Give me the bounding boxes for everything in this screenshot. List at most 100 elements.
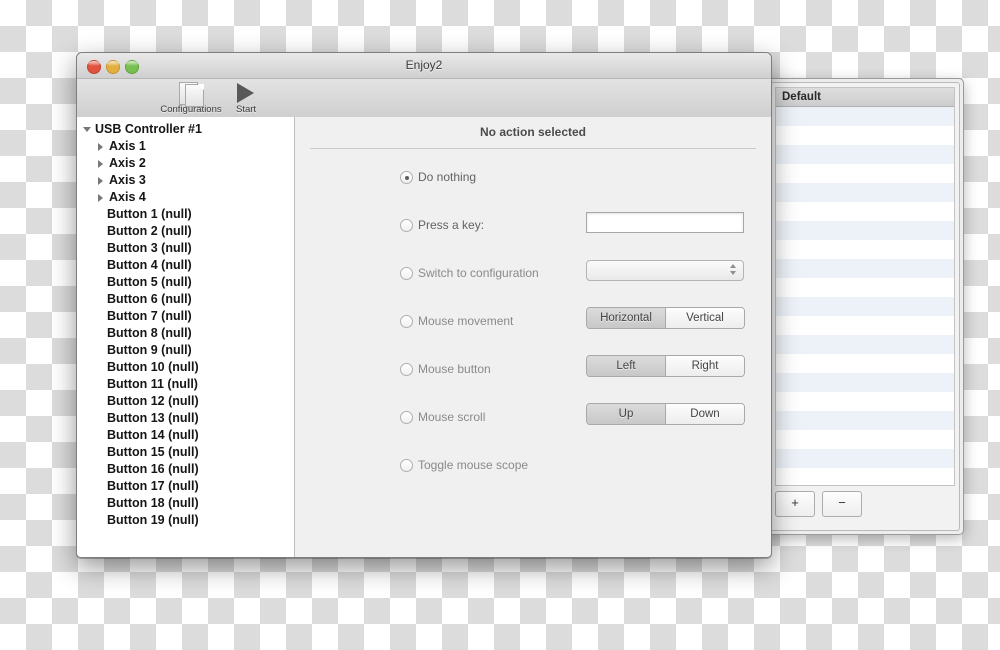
option-row-press-a-key[interactable]: Press a key: xyxy=(295,212,771,239)
table-row[interactable] xyxy=(776,240,954,259)
tree-item-button[interactable]: Button 11 (null) xyxy=(77,376,294,393)
tree-item-button[interactable]: Button 1 (null) xyxy=(77,206,294,223)
table-row[interactable] xyxy=(776,316,954,335)
configuration-popup-button[interactable] xyxy=(586,260,744,281)
table-row[interactable] xyxy=(776,373,954,392)
segmented-mouse-movement[interactable]: Horizontal Vertical xyxy=(586,307,745,329)
zoom-button[interactable] xyxy=(125,60,139,74)
tree-item-button[interactable]: Button 15 (null) xyxy=(77,444,294,461)
tree-item-axis[interactable]: Axis 4 xyxy=(77,189,294,206)
tree-item-button[interactable]: Button 10 (null) xyxy=(77,359,294,376)
tree-item-button-label: Button 8 (null) xyxy=(107,326,192,340)
label-toggle-mouse-scope: Toggle mouse scope xyxy=(418,458,529,472)
tree-item-button[interactable]: Button 5 (null) xyxy=(77,274,294,291)
radio-press-a-key[interactable] xyxy=(400,219,413,232)
tree-item-button[interactable]: Button 13 (null) xyxy=(77,410,294,427)
tree-item-button[interactable]: Button 14 (null) xyxy=(77,427,294,444)
tree-item-button[interactable]: Button 3 (null) xyxy=(77,240,294,257)
disclosure-triangle-right-icon[interactable] xyxy=(98,177,103,185)
play-icon xyxy=(229,81,263,105)
option-row-mouse-scroll[interactable]: Mouse scroll Up Down xyxy=(295,403,771,431)
tree-item-button[interactable]: Button 7 (null) xyxy=(77,308,294,325)
segmented-mouse-button[interactable]: Left Right xyxy=(586,355,745,377)
option-row-do-nothing[interactable]: Do nothing xyxy=(295,167,771,191)
tree-item-button[interactable]: Button 19 (null) xyxy=(77,512,294,529)
disclosure-triangle-right-icon[interactable] xyxy=(98,160,103,168)
close-button[interactable] xyxy=(87,60,101,74)
radio-do-nothing[interactable] xyxy=(400,171,413,184)
configurations-column-header[interactable]: Default xyxy=(776,88,954,107)
tree-item-axis[interactable]: Axis 2 xyxy=(77,155,294,172)
add-configuration-button[interactable]: + xyxy=(775,491,815,517)
tree-item-root[interactable]: USB Controller #1 xyxy=(77,121,294,138)
tree-item-button[interactable]: Button 12 (null) xyxy=(77,393,294,410)
table-row[interactable] xyxy=(776,411,954,430)
table-row[interactable] xyxy=(776,183,954,202)
disclosure-triangle-down-icon[interactable] xyxy=(83,127,91,132)
table-row[interactable] xyxy=(776,430,954,449)
label-press-a-key: Press a key: xyxy=(418,218,485,232)
minimize-button[interactable] xyxy=(106,60,120,74)
tree-item-axis[interactable]: Axis 3 xyxy=(77,172,294,189)
label-mouse-scroll: Mouse scroll xyxy=(418,410,486,424)
segmented-mouse-scroll[interactable]: Up Down xyxy=(586,403,745,425)
tree-item-button-label: Button 17 (null) xyxy=(107,479,199,493)
tree-item-button[interactable]: Button 16 (null) xyxy=(77,461,294,478)
table-row[interactable] xyxy=(776,259,954,278)
radio-switch-configuration[interactable] xyxy=(400,267,413,280)
configurations-window[interactable]: Default + − xyxy=(766,78,964,535)
segment-horizontal[interactable]: Horizontal xyxy=(587,308,665,328)
tree-item-button-label: Button 5 (null) xyxy=(107,275,192,289)
option-row-toggle-mouse-scope[interactable]: Toggle mouse scope xyxy=(295,455,771,479)
table-row[interactable] xyxy=(776,145,954,164)
option-row-mouse-button[interactable]: Mouse button Left Right xyxy=(295,355,771,383)
tree-item-button-label: Button 6 (null) xyxy=(107,292,192,306)
segment-vertical[interactable]: Vertical xyxy=(665,308,744,328)
tree-item-button-label: Button 15 (null) xyxy=(107,445,199,459)
remove-configuration-button[interactable]: − xyxy=(822,491,862,517)
table-row[interactable] xyxy=(776,449,954,468)
stepper-arrows-icon[interactable] xyxy=(730,264,736,275)
tree-item-button[interactable]: Button 2 (null) xyxy=(77,223,294,240)
device-tree-sidebar[interactable]: USB Controller #1 Axis 1 Axis 2 Axis 3 Axis… xyxy=(77,117,295,557)
table-row[interactable] xyxy=(776,221,954,240)
tree-item-button[interactable]: Button 9 (null) xyxy=(77,342,294,359)
tree-item-button[interactable]: Button 18 (null) xyxy=(77,495,294,512)
tree-item-button[interactable]: Button 8 (null) xyxy=(77,325,294,342)
option-row-switch-configuration[interactable]: Switch to configuration xyxy=(295,260,771,287)
toolbar-item-configurations[interactable]: Configurations xyxy=(155,81,227,115)
radio-mouse-movement[interactable] xyxy=(400,315,413,328)
configurations-table[interactable]: Default xyxy=(775,87,955,486)
disclosure-triangle-right-icon[interactable] xyxy=(98,143,103,151)
table-row[interactable] xyxy=(776,392,954,411)
table-row[interactable] xyxy=(776,107,954,126)
key-input[interactable] xyxy=(586,212,744,233)
split-view: USB Controller #1 Axis 1 Axis 2 Axis 3 Axis… xyxy=(77,117,771,557)
tree-item-button[interactable]: Button 6 (null) xyxy=(77,291,294,308)
segment-left[interactable]: Left xyxy=(587,356,665,376)
table-row[interactable] xyxy=(776,202,954,221)
table-row[interactable] xyxy=(776,126,954,145)
radio-mouse-button[interactable] xyxy=(400,363,413,376)
segment-up[interactable]: Up xyxy=(587,404,665,424)
radio-mouse-scroll[interactable] xyxy=(400,411,413,424)
table-row[interactable] xyxy=(776,278,954,297)
title-bar[interactable]: Enjoy2 xyxy=(77,53,771,79)
disclosure-triangle-right-icon[interactable] xyxy=(98,194,103,202)
tree-item-button[interactable]: Button 17 (null) xyxy=(77,478,294,495)
configurations-row-list[interactable] xyxy=(776,107,954,485)
main-window[interactable]: Enjoy2 Configurations Start USB Controll… xyxy=(76,52,772,558)
option-row-mouse-movement[interactable]: Mouse movement Horizontal Vertical xyxy=(295,307,771,335)
radio-toggle-mouse-scope[interactable] xyxy=(400,459,413,472)
toolbar-item-start[interactable]: Start xyxy=(229,81,263,115)
tree-item-axis[interactable]: Axis 1 xyxy=(77,138,294,155)
table-row[interactable] xyxy=(776,354,954,373)
table-row[interactable] xyxy=(776,468,954,485)
segment-down[interactable]: Down xyxy=(665,404,744,424)
tree-item-button[interactable]: Button 4 (null) xyxy=(77,257,294,274)
table-row[interactable] xyxy=(776,335,954,354)
segment-right[interactable]: Right xyxy=(665,356,744,376)
table-row[interactable] xyxy=(776,297,954,316)
table-row[interactable] xyxy=(776,164,954,183)
detail-separator xyxy=(310,148,756,149)
